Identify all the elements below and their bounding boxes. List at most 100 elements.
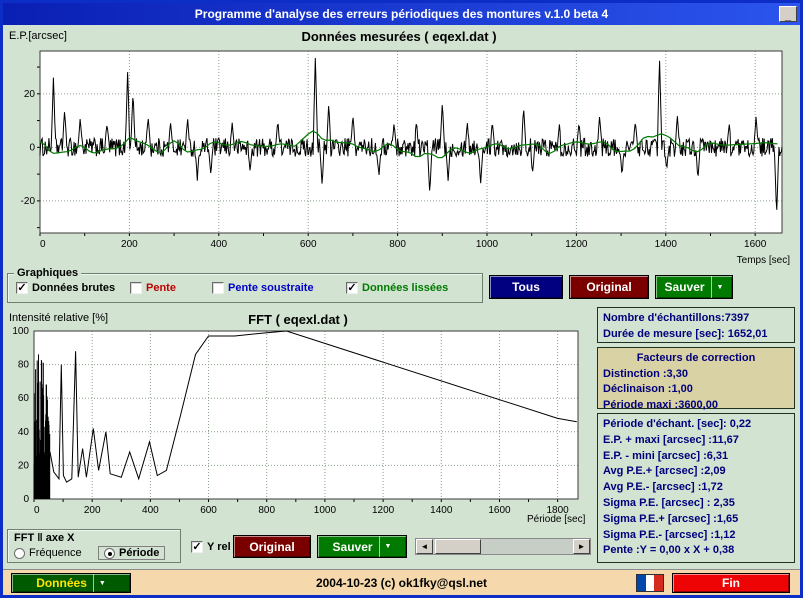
svg-text:60: 60 [18,393,30,404]
svg-text:-20: -20 [21,196,36,207]
check-icon: ✓ [16,282,28,294]
correction-line: Période maxi :3600,00 [603,398,718,411]
svg-text:600: 600 [300,239,317,250]
info-line: Nombre d'échantillons:7397 [603,312,750,324]
flag-band-white [645,575,655,591]
stat-line: Sigma P.E. [arcsec] : 2,35 [603,496,735,509]
title-bar[interactable]: Programme d'analyse des erreurs périodiq… [3,3,800,25]
tous-button[interactable]: Tous [489,275,563,299]
svg-text:1600: 1600 [488,505,511,516]
checkbox-pente[interactable]: Pente [130,282,176,294]
correction-line: Distinction :3,30 [603,367,688,380]
svg-text:0: 0 [29,142,35,153]
app-window: Programme d'analyse des erreurs périodiq… [0,0,803,598]
bottom-bar: Données ▼ 2004-10-23 (c) ok1fky@qsl.net … [3,569,800,595]
fft-axis-group-label: FFT ‖ axe X [14,532,75,544]
check-icon [130,282,142,294]
svg-text:1000: 1000 [476,239,499,250]
svg-text:1400: 1400 [655,239,678,250]
original-button-label: Original [586,280,632,294]
svg-text:1400: 1400 [430,505,453,516]
checkbox-pente-soustraite[interactable]: Pente soustraite [212,282,314,294]
svg-text:1600: 1600 [744,239,767,250]
radio-label: Fréquence [29,547,82,559]
fin-button[interactable]: Fin [672,573,790,593]
svg-text:400: 400 [142,505,159,516]
fft-axis-groupbox: FFT ‖ axe X Fréquence Période [7,529,181,563]
scroll-left-button[interactable]: ◄ [416,539,433,554]
svg-text:600: 600 [200,505,217,516]
radio-periode[interactable]: Période [98,546,166,560]
stat-line: Période d'échant. [sec]: 0,22 [603,418,752,430]
stat-line: E.P. + maxi [arcsec] :11,67 [603,433,739,446]
svg-text:1200: 1200 [372,505,395,516]
info-line: Durée de mesure [sec]: 1652,01 [603,327,768,340]
check-icon: ✓ [346,282,358,294]
radio-label: Période [119,547,160,559]
correction-line: Déclinaison :1,00 [603,383,693,395]
checkbox-y-rel[interactable]: ✓ Y rel [191,541,231,553]
measured-xlabel: Temps [sec] [736,255,790,266]
client-area: E.P.[arcsec] Données mesurées ( eqexl.da… [3,25,800,595]
dropdown-arrow-icon[interactable]: ▼ [710,276,723,298]
sample-info-panel: Nombre d'échantillons:7397 Durée de mesu… [597,307,795,343]
svg-text:800: 800 [389,239,406,250]
radio-dot [104,547,115,559]
original-button-fft[interactable]: Original [233,535,311,558]
scrollbar-track[interactable] [433,539,573,554]
checkbox-label: Données lissées [362,282,449,294]
minimize-icon: _ [784,10,792,22]
checkbox-label: Données brutes [32,282,116,294]
checkbox-label: Pente soustraite [228,282,314,294]
stat-line: Sigma P.E.- [arcsec] :1,12 [603,528,736,541]
check-icon [212,282,224,294]
check-icon: ✓ [191,541,203,553]
stat-line: E.P. - mini [arcsec] :6,31 [603,449,729,462]
measured-chart: 0 200 400 600 800 1000 1200 1400 1600 -20 0 20 [21,50,783,250]
svg-text:0: 0 [23,494,29,505]
statistics-panel: Période d'échant. [sec]: 0,22 E.P. + max… [597,413,795,563]
stat-line: Sigma P.E.+ [arcsec] :1,65 [603,512,739,525]
fft-scrollbar[interactable]: ◄ ► [415,538,591,555]
fft-chart-title: FFT ( eqexl.dat ) [248,312,348,327]
fft-xlabel: Période [sec] [527,514,586,525]
stat-line: Pente :Y = 0,00 x X + 0,38 [603,544,735,557]
scrollbar-thumb[interactable] [435,539,481,554]
measured-chart-title: Données mesurées ( eqexl.dat ) [301,29,497,44]
graphiques-group-label: Graphiques [14,267,82,279]
window-title: Programme d'analyse des erreurs périodiq… [194,7,609,21]
scroll-right-icon: ► [577,542,586,551]
svg-text:1200: 1200 [565,239,588,250]
correction-factors-panel: Facteurs de correction Distinction :3,30… [597,347,795,411]
checkbox-donnees-lissees[interactable]: ✓ Données lissées [346,282,448,294]
sauver-button-label: Sauver [332,539,373,554]
minimize-button[interactable]: _ [779,6,797,22]
graphiques-groupbox: Graphiques ✓ Données brutes Pente Pente … [7,267,483,303]
scroll-left-icon: ◄ [420,542,429,551]
svg-text:20: 20 [18,460,30,471]
svg-text:200: 200 [121,239,138,250]
checkbox-donnees-brutes[interactable]: ✓ Données brutes [16,282,115,294]
sauver-button-label: Sauver [664,280,705,294]
panel-title: Facteurs de correction [636,352,756,364]
original-button-label: Original [249,539,295,554]
checkbox-label: Pente [146,282,176,294]
dropdown-arrow-icon[interactable]: ▼ [378,536,391,557]
svg-text:800: 800 [258,505,275,516]
tous-button-label: Tous [512,280,540,294]
svg-text:80: 80 [18,360,30,371]
fft-chart: 0 200 400 600 800 1000 1200 1400 1600 18000204060… [12,327,579,516]
french-flag[interactable] [636,574,664,592]
radio-frequence[interactable]: Fréquence [14,547,82,559]
scroll-right-button[interactable]: ► [573,539,590,554]
flag-band-blue [637,575,646,591]
svg-text:1000: 1000 [314,505,337,516]
svg-text:400: 400 [210,239,227,250]
svg-text:100: 100 [12,327,29,337]
stat-line: Avg P.E.- [arcsec] :1,72 [603,481,723,494]
sauver-button-top[interactable]: Sauver ▼ [655,275,733,299]
original-button-top[interactable]: Original [569,275,649,299]
sauver-button-fft[interactable]: Sauver ▼ [317,535,407,558]
svg-text:200: 200 [84,505,101,516]
svg-text:20: 20 [24,89,36,100]
